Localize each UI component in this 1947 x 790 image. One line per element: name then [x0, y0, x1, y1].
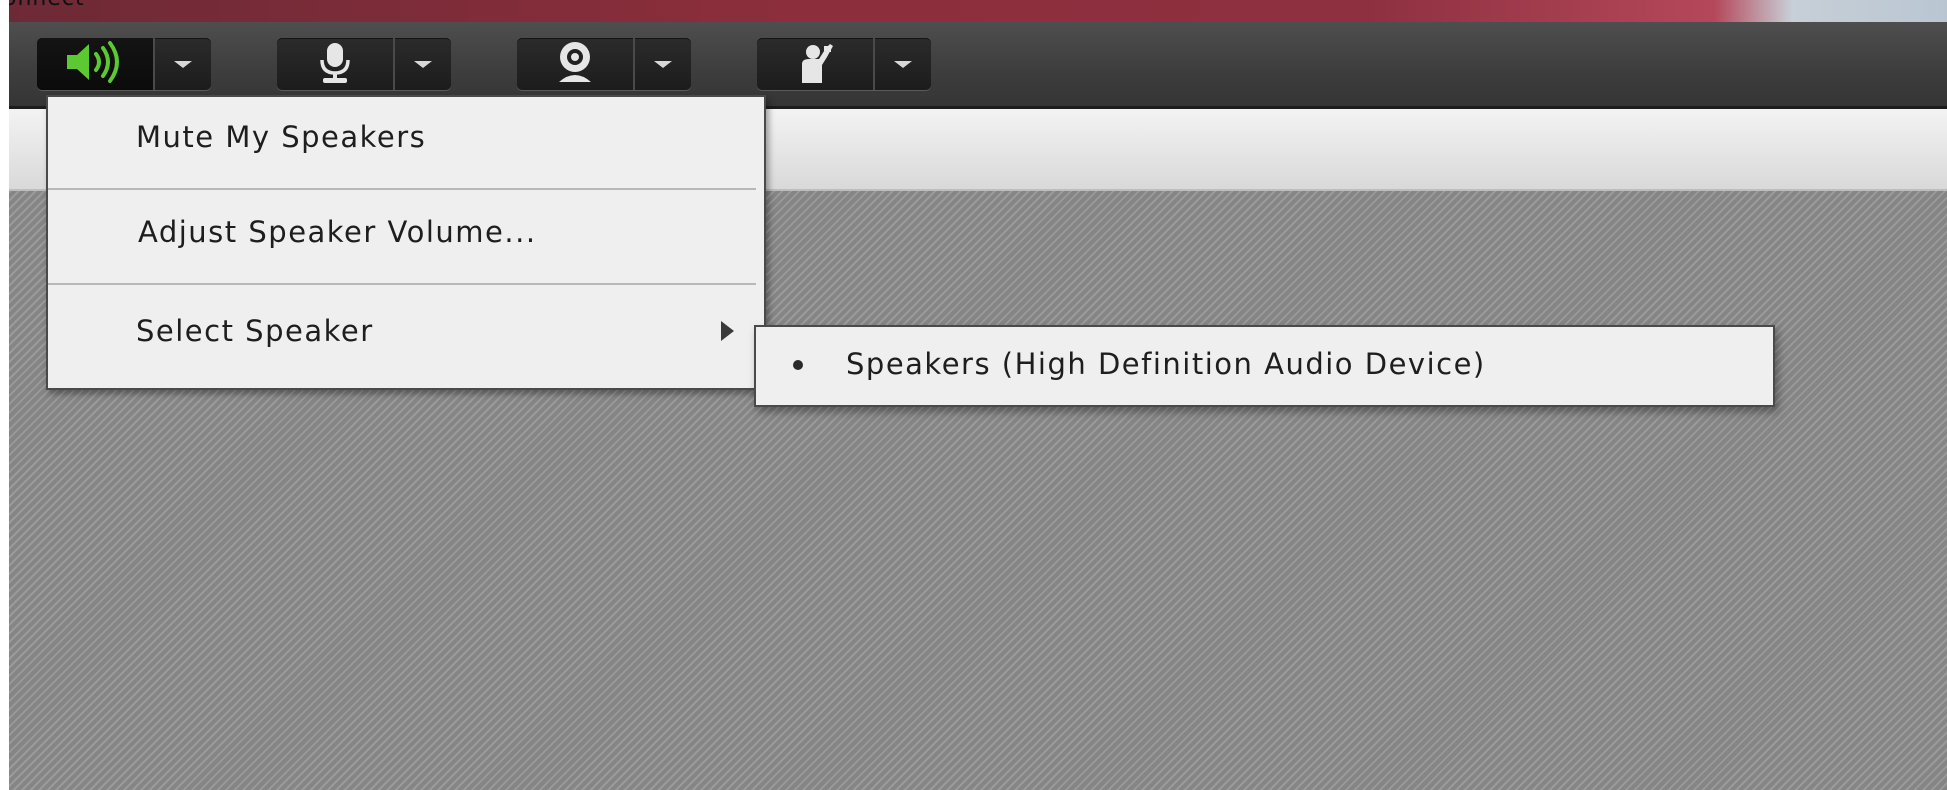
chevron-down-icon [174, 60, 192, 68]
raise-hand-button[interactable] [757, 38, 875, 90]
submenu-item-speaker-device[interactable]: Speakers (High Definition Audio Device) [756, 327, 1773, 405]
raise-hand-dropdown-button[interactable] [875, 38, 931, 90]
speaker-button[interactable] [37, 38, 155, 90]
camera-button-group [517, 38, 691, 90]
speaker-volume-icon [63, 40, 127, 88]
speaker-submenu: Speakers (High Definition Audio Device) [754, 325, 1775, 407]
chevron-right-icon [721, 321, 734, 341]
chevron-down-icon [414, 60, 432, 68]
microphone-button[interactable] [277, 38, 395, 90]
menu-separator [48, 188, 756, 190]
camera-button[interactable] [517, 38, 635, 90]
window-title: onnect [9, 0, 85, 11]
title-bar: onnect [9, 0, 1947, 22]
menu-item-label: Adjust Speaker Volume... [138, 215, 537, 249]
chevron-down-icon [654, 60, 672, 68]
speaker-dropdown-button[interactable] [155, 38, 211, 90]
menu-item-label: Select Speaker [136, 314, 374, 348]
microphone-dropdown-button[interactable] [395, 38, 451, 90]
raise-hand-button-group [757, 38, 931, 90]
submenu-item-label: Speakers (High Definition Audio Device) [846, 347, 1486, 381]
chevron-down-icon [894, 60, 912, 68]
speaker-button-group [37, 38, 211, 90]
menu-item-mute-speakers[interactable]: Mute My Speakers [48, 97, 764, 177]
camera-dropdown-button[interactable] [635, 38, 691, 90]
speaker-menu: Mute My Speakers Adjust Speaker Volume..… [46, 95, 766, 390]
menu-item-adjust-volume[interactable]: Adjust Speaker Volume... [48, 192, 764, 272]
microphone-icon [313, 40, 357, 88]
microphone-button-group [277, 38, 451, 90]
webcam-icon [549, 40, 601, 88]
menu-item-select-speaker[interactable]: Select Speaker [48, 291, 764, 371]
menu-item-label: Mute My Speakers [136, 120, 427, 154]
raise-hand-icon [789, 40, 841, 88]
menu-separator [48, 283, 756, 285]
radio-bullet-icon [793, 360, 803, 370]
app-window: onnect [9, 0, 1947, 790]
